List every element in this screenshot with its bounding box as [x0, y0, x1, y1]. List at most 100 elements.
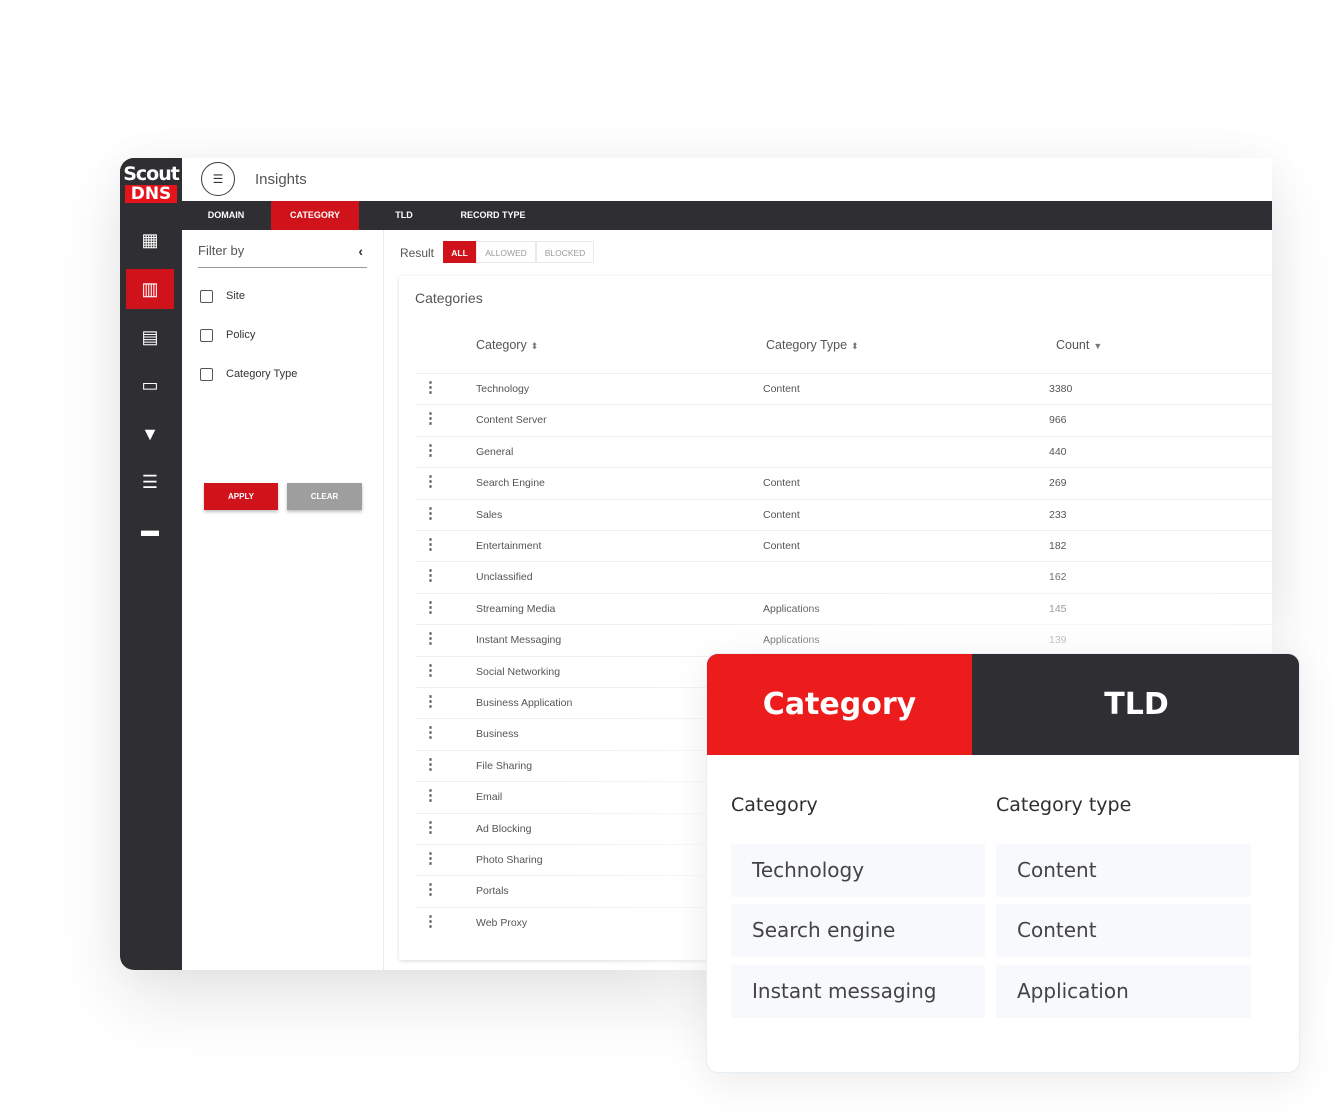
table-row[interactable]: ⋮ Search Engine Content 269	[415, 467, 1272, 499]
result-all-button[interactable]: ALL	[443, 241, 476, 263]
sort-desc-icon: ▼	[1093, 341, 1103, 351]
more-vert-icon[interactable]: ⋮	[423, 506, 438, 523]
more-vert-icon[interactable]: ⋮	[423, 788, 438, 805]
cell-category: File Sharing	[476, 759, 533, 772]
tab-category[interactable]: CATEGORY	[271, 201, 359, 230]
more-vert-icon[interactable]: ⋮	[423, 568, 438, 585]
card-title: Categories	[415, 290, 483, 306]
cell-category: Streaming Media	[476, 602, 556, 615]
table-row[interactable]: ⋮ Sales Content 233	[415, 498, 1272, 531]
more-vert-icon[interactable]: ⋮	[423, 851, 438, 868]
cell-category-type: Content	[763, 477, 800, 490]
building-icon: ▤	[141, 326, 159, 347]
cell-category: Content Server	[476, 414, 547, 427]
filter-option-label: Category Type	[226, 368, 298, 380]
filter-icon: ▼	[141, 423, 159, 444]
cell-category: Search Engine	[476, 477, 545, 490]
table-row[interactable]: ⋮ Content Server 966	[415, 404, 1272, 436]
feature-cell-type: Content	[996, 844, 1251, 897]
column-header-label: Count	[1056, 338, 1090, 352]
tab-domain[interactable]: DOMAIN	[182, 201, 270, 230]
cell-count: 3380	[1049, 383, 1073, 395]
more-vert-icon[interactable]: ⋮	[423, 380, 438, 397]
rail-sites[interactable]: ▤	[126, 317, 174, 357]
logo-line1: Scout	[123, 163, 180, 185]
feature-cell-category: Search engine	[731, 904, 985, 957]
cell-category: Social Networking	[476, 665, 561, 678]
filter-option-policy[interactable]: Policy	[200, 327, 255, 343]
table-row[interactable]: ⋮ Instant Messaging Applications 139	[415, 624, 1272, 656]
clear-button[interactable]: CLEAR	[287, 483, 362, 510]
chevron-left-icon[interactable]: ‹	[358, 243, 363, 259]
rail-insights[interactable]: ▥	[126, 269, 174, 309]
cell-category: Technology	[476, 383, 530, 395]
tab-bar: DOMAIN CATEGORY TLD RECORD TYPE	[182, 201, 1272, 230]
more-vert-icon[interactable]: ⋮	[423, 411, 438, 428]
book-icon: ▬	[141, 519, 159, 540]
cell-category: Email	[476, 791, 503, 804]
page-title: Insights	[255, 171, 307, 188]
table-row[interactable]: ⋮ Unclassified 162	[415, 561, 1272, 593]
more-vert-icon[interactable]: ⋮	[423, 631, 438, 648]
rail-filters[interactable]: ▼	[126, 414, 174, 454]
cell-count: 182	[1049, 540, 1067, 552]
more-vert-icon[interactable]: ⋮	[423, 820, 438, 837]
cell-category-type: Content	[763, 383, 800, 395]
more-vert-icon[interactable]: ⋮	[423, 474, 438, 491]
filter-option-site[interactable]: Site	[200, 288, 245, 304]
cell-category: Business	[476, 728, 519, 741]
more-vert-icon[interactable]: ⋮	[423, 600, 438, 617]
tab-tld[interactable]: TLD	[360, 201, 448, 230]
feature-cell-type: Application	[996, 965, 1251, 1018]
list-icon: ☰	[212, 172, 224, 186]
checkbox[interactable]	[200, 367, 213, 381]
more-vert-icon[interactable]: ⋮	[423, 694, 438, 711]
cell-category: Sales	[476, 508, 503, 521]
feature-cell-type: Content	[996, 904, 1251, 957]
table-row[interactable]: ⋮ General 440	[415, 435, 1272, 468]
more-vert-icon[interactable]: ⋮	[423, 537, 438, 554]
column-header-count[interactable]: Count ▼	[1056, 338, 1102, 352]
more-vert-icon[interactable]: ⋮	[423, 443, 438, 460]
column-header-category-type[interactable]: Category Type ⬍	[766, 338, 859, 352]
more-vert-icon[interactable]: ⋮	[423, 914, 438, 931]
more-vert-icon[interactable]: ⋮	[423, 757, 438, 774]
feature-header-category-type: Category type	[996, 794, 1132, 816]
filter-header: Filter by ‹	[198, 243, 367, 268]
result-allowed-button[interactable]: ALLOWED	[476, 241, 536, 263]
cell-count: 966	[1049, 414, 1067, 427]
table-row[interactable]: ⋮ Streaming Media Applications 145	[415, 592, 1272, 625]
more-vert-icon[interactable]: ⋮	[423, 882, 438, 899]
bar-chart-icon: ▥	[141, 278, 159, 299]
cell-category: Web Proxy	[476, 916, 528, 929]
cell-category: Business Application	[476, 697, 573, 709]
cell-count: 269	[1049, 477, 1067, 490]
top-bar: ☰ Insights	[182, 158, 1272, 201]
table-row[interactable]: ⋮ Technology Content 3380	[415, 373, 1272, 405]
column-header-category[interactable]: Category ⬍	[476, 338, 538, 352]
rail-reports[interactable]: ☰	[126, 462, 174, 502]
menu-button[interactable]: ☰	[201, 162, 235, 196]
tab-record-type[interactable]: RECORD TYPE	[449, 201, 537, 230]
column-header-label: Category Type	[766, 338, 848, 352]
cell-category-type: Applications	[763, 602, 820, 615]
feature-tab-tld[interactable]: TLD	[972, 654, 1299, 755]
feature-tab-category[interactable]: Category	[707, 654, 972, 755]
rail-dashboard[interactable]: ▦	[126, 220, 174, 260]
checkbox[interactable]	[200, 328, 213, 342]
cell-category: Instant Messaging	[476, 634, 562, 647]
checkbox[interactable]	[200, 289, 213, 303]
column-header-label: Category	[476, 338, 527, 352]
scoutdns-logo[interactable]: Scout DNS	[120, 158, 182, 208]
feature-cell-category: Instant messaging	[731, 965, 985, 1018]
filter-option-category-type[interactable]: Category Type	[200, 366, 297, 382]
apply-button[interactable]: APPLY	[204, 483, 278, 510]
table-row[interactable]: ⋮ Entertainment Content 182	[415, 530, 1272, 562]
more-vert-icon[interactable]: ⋮	[423, 725, 438, 742]
cell-category: Unclassified	[476, 571, 533, 584]
more-vert-icon[interactable]: ⋮	[423, 663, 438, 680]
logo-line2: DNS	[124, 185, 178, 203]
rail-devices[interactable]: ▭	[126, 365, 174, 405]
result-blocked-button[interactable]: BLOCKED	[536, 241, 594, 263]
rail-docs[interactable]: ▬	[126, 510, 174, 550]
